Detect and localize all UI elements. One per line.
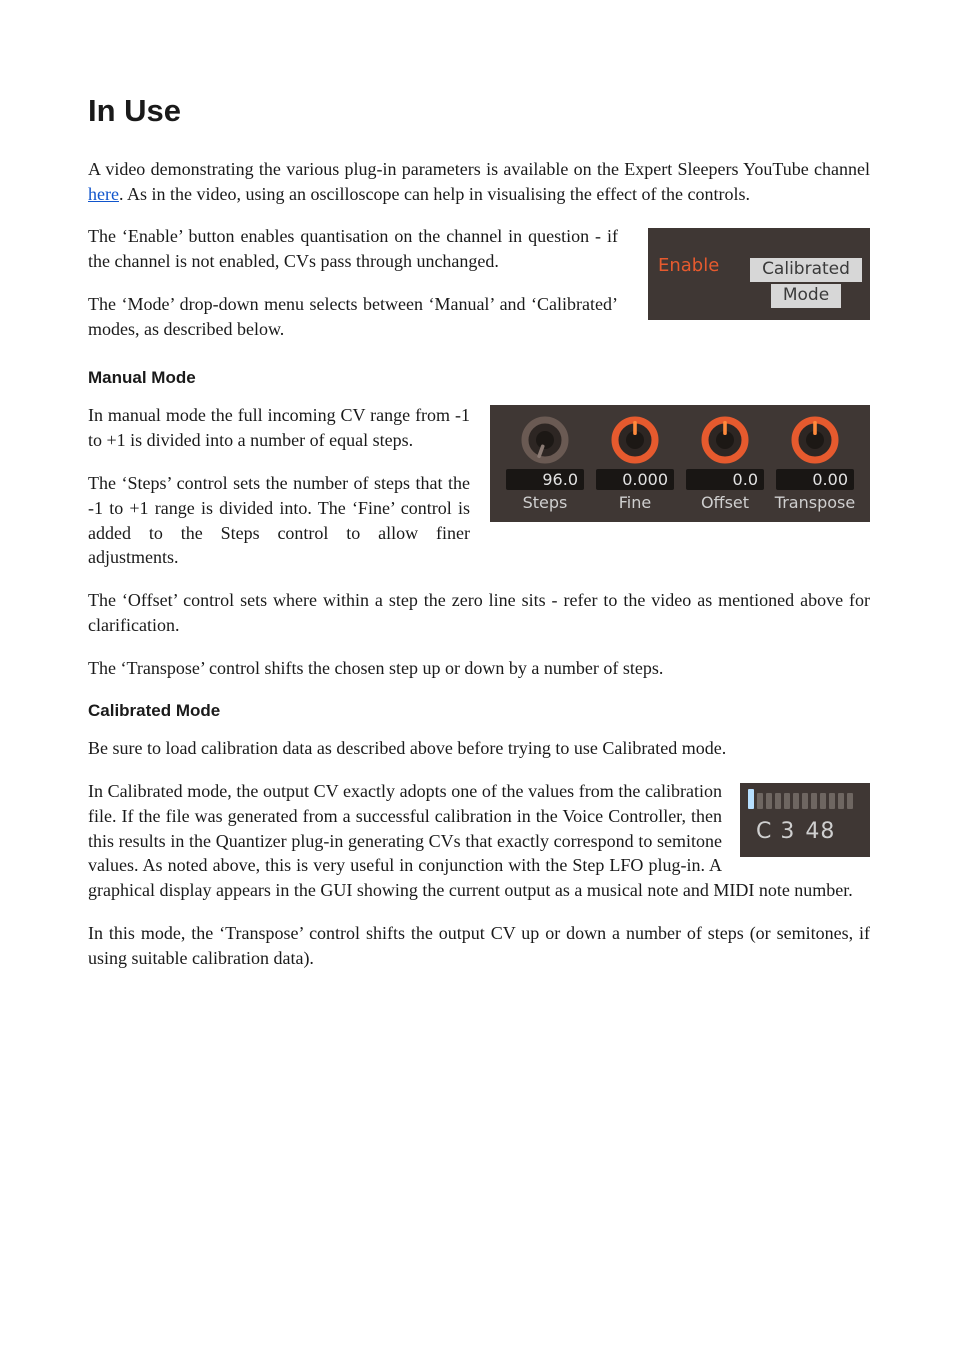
knob-label: Transpose bbox=[770, 492, 860, 514]
manual-mode-heading: Manual Mode bbox=[88, 366, 870, 389]
mode-dropdown-label: Mode bbox=[771, 284, 841, 308]
knob-value: 0.0 bbox=[686, 469, 764, 490]
knob-offset[interactable]: 0.0Offset bbox=[680, 415, 770, 514]
knob-icon bbox=[607, 415, 663, 465]
enable-mode-panel: Enable Calibrated Mode bbox=[648, 228, 870, 320]
calibrated-p1: Be sure to load calibration data as desc… bbox=[88, 736, 870, 761]
page-title: In Use bbox=[88, 90, 870, 133]
knob-steps[interactable]: 96.0Steps bbox=[500, 415, 590, 514]
enable-description: The ‘Enable’ button enables quantisation… bbox=[88, 224, 618, 274]
knob-label: Fine bbox=[590, 492, 680, 514]
manual-p4: The ‘Transpose’ control shifts the chose… bbox=[88, 656, 870, 681]
knob-value: 96.0 bbox=[506, 469, 584, 490]
manual-p2: The ‘Steps’ control sets the number of s… bbox=[88, 471, 488, 570]
note-number: 48 bbox=[805, 819, 835, 844]
knob-icon bbox=[517, 415, 573, 465]
knob-transpose[interactable]: 0.00Transpose bbox=[770, 415, 860, 514]
knob-value: 0.000 bbox=[596, 469, 674, 490]
calibrated-p3: In this mode, the ‘Transpose’ control sh… bbox=[88, 921, 870, 971]
note-display-panel: C 3 48 bbox=[740, 783, 870, 857]
enable-button[interactable]: Enable bbox=[658, 254, 719, 279]
knob-label: Steps bbox=[500, 492, 590, 514]
knob-icon bbox=[787, 415, 843, 465]
mode-dropdown[interactable]: Calibrated Mode bbox=[750, 258, 862, 308]
knob-value: 0.00 bbox=[776, 469, 854, 490]
intro-text-b: . As in the video, using an oscilloscope… bbox=[119, 184, 750, 204]
intro-text-a: A video demonstrating the various plug-i… bbox=[88, 159, 870, 179]
manual-controls-panel: 96.0Steps0.000Fine0.0Offset0.00Transpose bbox=[490, 405, 870, 522]
knob-label: Offset bbox=[680, 492, 770, 514]
note-keyboard-graphic bbox=[746, 789, 864, 809]
note-name: C 3 bbox=[756, 819, 795, 844]
video-link[interactable]: here bbox=[88, 184, 119, 204]
manual-p1: In manual mode the full incoming CV rang… bbox=[88, 403, 488, 453]
intro-paragraph: A video demonstrating the various plug-i… bbox=[88, 157, 870, 207]
mode-description: The ‘Mode’ drop-down menu selects betwee… bbox=[88, 292, 618, 342]
note-readout: C 3 48 bbox=[756, 817, 835, 847]
calibrated-mode-heading: Calibrated Mode bbox=[88, 699, 870, 722]
knob-fine[interactable]: 0.000Fine bbox=[590, 415, 680, 514]
manual-p3: The ‘Offset’ control sets where within a… bbox=[88, 588, 870, 638]
mode-dropdown-value: Calibrated bbox=[750, 258, 862, 282]
knob-icon bbox=[697, 415, 753, 465]
